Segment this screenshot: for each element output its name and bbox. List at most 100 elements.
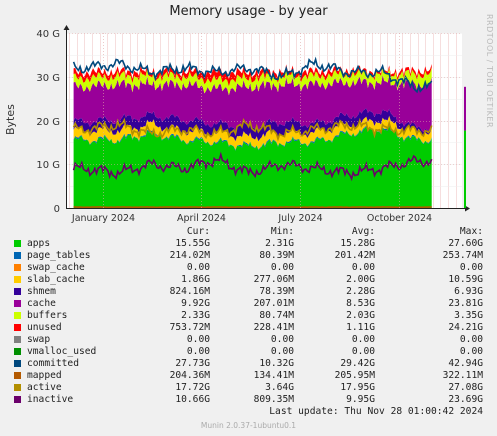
legend-avg: 15.28G bbox=[340, 238, 375, 249]
legend-item-slab-cache: slab_cache 1.86G 277.06M 2.00G 10.59G bbox=[0, 274, 497, 286]
legend-item-inactive: inactive 10.66G 809.35M 9.95G 23.69G bbox=[0, 394, 497, 406]
current-value-marker bbox=[464, 86, 466, 131]
y-axis-arrow bbox=[63, 25, 70, 30]
legend-avg: 0.00 bbox=[351, 346, 375, 357]
legend-item-mapped: mapped 204.36M 134.41M 205.95M 322.11M bbox=[0, 370, 497, 382]
legend-item-unused: unused 753.72M 228.41M 1.11G 24.21G bbox=[0, 322, 497, 334]
legend-avg: 9.95G bbox=[346, 394, 375, 405]
x-tick-label: April 2024 bbox=[177, 213, 226, 224]
legend-swatch bbox=[14, 336, 21, 343]
legend-avg: 2.03G bbox=[346, 310, 375, 321]
legend-name: inactive bbox=[27, 394, 74, 405]
legend-max: 0.00 bbox=[459, 262, 483, 273]
legend-name: vmalloc_used bbox=[27, 346, 97, 357]
legend-swatch bbox=[14, 288, 21, 295]
legend-cur: 0.00 bbox=[186, 262, 210, 273]
legend-name: unused bbox=[27, 322, 62, 333]
x-tick-label: January 2024 bbox=[71, 213, 135, 224]
legend-max: 6.93G bbox=[454, 286, 483, 297]
legend-swatch bbox=[14, 384, 21, 391]
legend-cur: 10.66G bbox=[175, 394, 210, 405]
legend-item-page-tables: page_tables 214.02M 80.39M 201.42M 253.74M bbox=[0, 250, 497, 262]
legend-cur: 214.02M bbox=[169, 250, 210, 261]
legend-max: 23.69G bbox=[448, 394, 483, 405]
legend-min: 0.00 bbox=[270, 262, 294, 273]
legend-header: Cur: Min: Avg: Max: bbox=[0, 226, 497, 238]
y-tick-label: 40 G bbox=[36, 29, 60, 40]
legend-swatch bbox=[14, 240, 21, 247]
legend-cur: 2.33G bbox=[181, 310, 210, 321]
legend-avg: 205.95M bbox=[334, 370, 375, 381]
legend-cur: 1.86G bbox=[181, 274, 210, 285]
y-tick-label: 20 G bbox=[36, 117, 60, 128]
legend-avg: 17.95G bbox=[340, 382, 375, 393]
legend-min: 134.41M bbox=[253, 370, 294, 381]
legend-item-active: active 17.72G 3.64G 17.95G 27.08G bbox=[0, 382, 497, 394]
legend-swatch bbox=[14, 348, 21, 355]
legend-avg: 2.00G bbox=[346, 274, 375, 285]
legend-name: page_tables bbox=[27, 250, 91, 261]
legend-min: 2.31G bbox=[265, 238, 294, 249]
legend-swatch bbox=[14, 372, 21, 379]
munin-version: Munin 2.0.37-1ubuntu0.1 bbox=[200, 421, 297, 430]
legend-swatch bbox=[14, 276, 21, 283]
legend-cur: 824.16M bbox=[169, 286, 210, 297]
legend-item-vmalloc-used: vmalloc_used 0.00 0.00 0.00 0.00 bbox=[0, 346, 497, 358]
legend-avg: 8.53G bbox=[346, 298, 375, 309]
y-tick-label: 30 G bbox=[36, 73, 60, 84]
legend-min: 228.41M bbox=[253, 322, 294, 333]
legend-swatch bbox=[14, 396, 21, 403]
legend-avg: 2.28G bbox=[346, 286, 375, 297]
legend-name: cache bbox=[27, 298, 56, 309]
legend-name: slab_cache bbox=[27, 274, 85, 285]
legend-item-cache: cache 9.92G 207.01M 8.53G 23.81G bbox=[0, 298, 497, 310]
legend-name: swap bbox=[27, 334, 51, 345]
legend-max: 23.81G bbox=[448, 298, 483, 309]
legend-name: active bbox=[27, 382, 62, 393]
legend-header-avg: Avg: bbox=[351, 226, 375, 237]
legend-avg: 29.42G bbox=[340, 358, 375, 369]
legend-min: 10.32G bbox=[259, 358, 294, 369]
legend-avg: 0.00 bbox=[351, 334, 375, 345]
legend-swatch bbox=[14, 264, 21, 271]
legend: Cur: Min: Avg: Max: apps 15.55G 2.31G 15.28… bbox=[0, 226, 497, 406]
legend-swatch bbox=[14, 324, 21, 331]
legend-cur: 204.36M bbox=[169, 370, 210, 381]
legend-swatch bbox=[14, 300, 21, 307]
current-value-marker bbox=[464, 130, 466, 208]
legend-min: 0.00 bbox=[270, 346, 294, 357]
legend-name: swap_cache bbox=[27, 262, 85, 273]
legend-min: 80.39M bbox=[259, 250, 294, 261]
x-tick-label: July 2024 bbox=[277, 213, 322, 224]
legend-cur: 0.00 bbox=[186, 334, 210, 345]
legend-cur: 0.00 bbox=[186, 346, 210, 357]
legend-cur: 15.55G bbox=[175, 238, 210, 249]
legend-name: committed bbox=[27, 358, 79, 369]
legend-item-buffers: buffers 2.33G 80.74M 2.03G 3.35G bbox=[0, 310, 497, 322]
legend-max: 10.59G bbox=[448, 274, 483, 285]
legend-header-max: Max: bbox=[459, 226, 483, 237]
legend-max: 24.21G bbox=[448, 322, 483, 333]
x-tick-label: October 2024 bbox=[367, 213, 432, 224]
legend-swatch bbox=[14, 360, 21, 367]
legend-max: 27.08G bbox=[448, 382, 483, 393]
legend-name: buffers bbox=[27, 310, 68, 321]
legend-min: 809.35M bbox=[253, 394, 294, 405]
legend-min: 80.74M bbox=[259, 310, 294, 321]
legend-max: 0.00 bbox=[459, 334, 483, 345]
y-tick-label: 10 G bbox=[36, 160, 60, 171]
legend-avg: 1.11G bbox=[346, 322, 375, 333]
memory-chart: 0 10 G 20 G 30 G 40 G January 2024 April 2024 J… bbox=[36, 25, 470, 224]
legend-item-swap-cache: swap_cache 0.00 0.00 0.00 0.00 bbox=[0, 262, 497, 274]
legend-name: apps bbox=[27, 238, 51, 249]
legend-header-min: Min: bbox=[270, 226, 294, 237]
legend-header-cur: Cur: bbox=[186, 226, 210, 237]
legend-avg: 201.42M bbox=[334, 250, 375, 261]
last-update: Last update: Thu Nov 28 01:00:42 2024 bbox=[269, 406, 483, 417]
legend-swatch bbox=[14, 312, 21, 319]
legend-max: 0.00 bbox=[459, 346, 483, 357]
legend-avg: 0.00 bbox=[351, 262, 375, 273]
y-tick-label: 0 bbox=[54, 204, 60, 215]
legend-rows: apps 15.55G 2.31G 15.28G 27.60G page_tables 21… bbox=[0, 238, 497, 406]
legend-max: 42.94G bbox=[448, 358, 483, 369]
